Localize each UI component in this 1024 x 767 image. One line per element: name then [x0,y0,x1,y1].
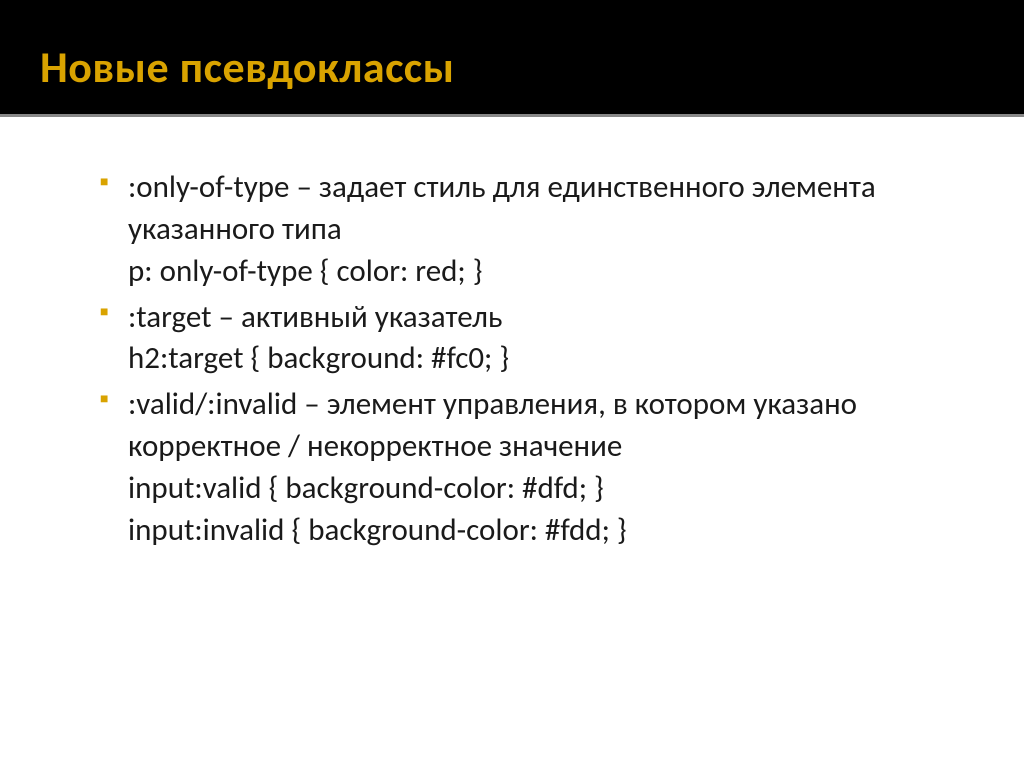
list-item: :only-of-type – задает стиль для единств… [100,167,954,293]
item-line: p: only-of-type { color: red; } [128,251,954,293]
item-line: input:valid { background-color: #dfd; } [128,468,954,510]
slide-title: Новые псевдоклассы [40,40,984,94]
item-text: :target – активный указатель h2:target {… [128,297,954,381]
item-line: h2:target { background: #fc0; } [128,338,954,380]
item-line: input:invalid { background-color: #fdd; … [128,510,954,552]
item-line: :target – активный указатель [128,297,954,339]
bullet-list: :only-of-type – задает стиль для единств… [100,167,954,552]
list-item: :valid/:invalid – элемент управления, в … [100,384,954,551]
item-text: :valid/:invalid – элемент управления, в … [128,384,954,551]
slide-header: Новые псевдоклассы [0,0,1024,117]
item-line: :only-of-type – задает стиль для единств… [128,167,954,251]
item-text: :only-of-type – задает стиль для единств… [128,167,954,293]
slide-content: :only-of-type – задает стиль для единств… [0,117,1024,767]
slide-container: Новые псевдоклассы :only-of-type – задае… [0,0,1024,767]
item-line: :valid/:invalid – элемент управления, в … [128,384,954,468]
list-item: :target – активный указатель h2:target {… [100,297,954,381]
